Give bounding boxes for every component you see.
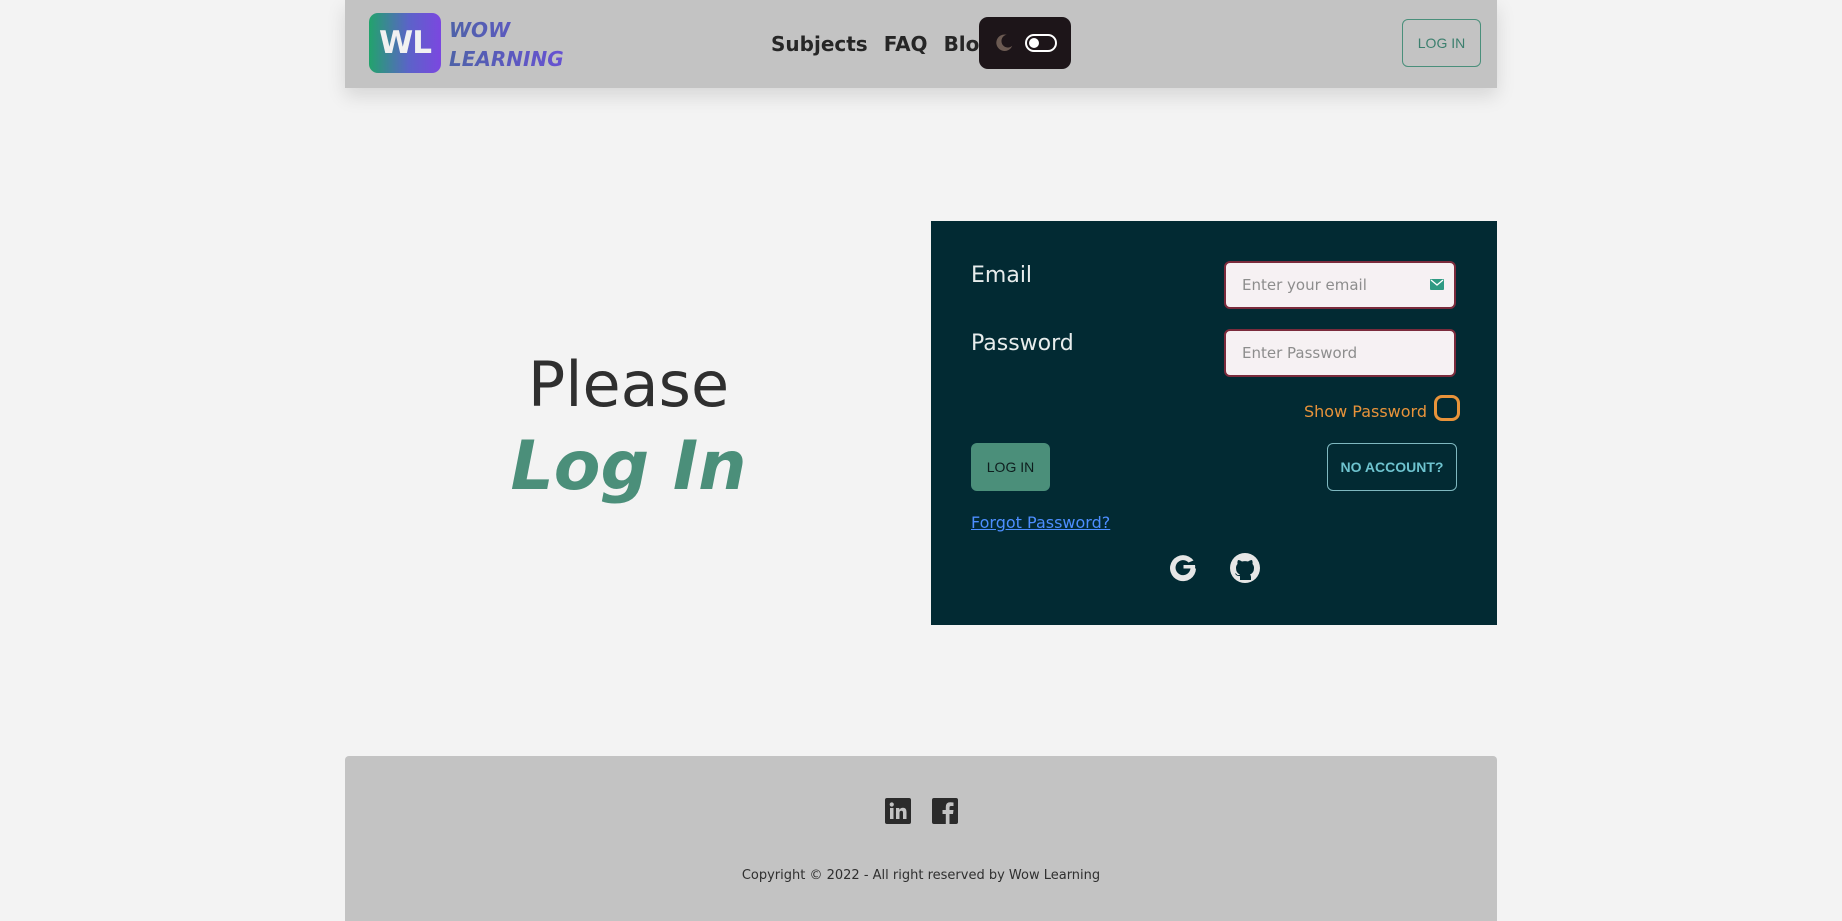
email-field[interactable]	[1224, 261, 1456, 309]
nav-item-faq[interactable]: FAQ	[884, 32, 928, 56]
email-label: Email	[971, 263, 1033, 288]
google-icon[interactable]	[1166, 551, 1200, 585]
nav-links: Subjects FAQ Blog	[771, 28, 994, 60]
password-field[interactable]	[1224, 329, 1456, 377]
copyright-text: Copyright © 2022 - All right reserved by…	[741, 868, 1101, 883]
nav-item-subjects[interactable]: Subjects	[771, 32, 868, 56]
password-label: Password	[971, 331, 1074, 356]
show-password-checkbox[interactable]	[1434, 395, 1460, 421]
theme-switch[interactable]	[1025, 34, 1057, 52]
footer: Copyright © 2022 - All right reserved by…	[345, 756, 1497, 921]
no-account-button[interactable]: NO ACCOUNT?	[1327, 443, 1457, 491]
login-panel: Email Password Show Password LOG IN NO A…	[931, 221, 1497, 625]
header-login-button[interactable]: LOG IN	[1402, 19, 1481, 67]
facebook-icon[interactable]	[932, 798, 958, 824]
mail-icon	[1430, 279, 1444, 290]
linkedin-icon[interactable]	[885, 798, 911, 824]
show-password-label: Show Password	[1304, 402, 1427, 421]
login-button[interactable]: LOG IN	[971, 443, 1050, 491]
logo-line-2: LEARNING	[449, 47, 564, 71]
logo-badge-text: WL	[379, 25, 432, 61]
navbar: WL WOW LEARNING Subjects FAQ Blog LOG IN	[345, 0, 1497, 88]
moon-icon	[996, 34, 1013, 51]
github-icon[interactable]	[1228, 551, 1262, 585]
theme-toggle[interactable]	[979, 17, 1071, 69]
logo-badge[interactable]: WL	[369, 13, 441, 73]
logo-text[interactable]: WOW LEARNING	[449, 16, 579, 74]
hero-title-line-2: Log In	[510, 427, 747, 506]
logo-line-1: WOW	[449, 18, 511, 42]
forgot-password-link[interactable]: Forgot Password?	[971, 513, 1110, 532]
hero-title-line-1: Please	[527, 348, 730, 421]
